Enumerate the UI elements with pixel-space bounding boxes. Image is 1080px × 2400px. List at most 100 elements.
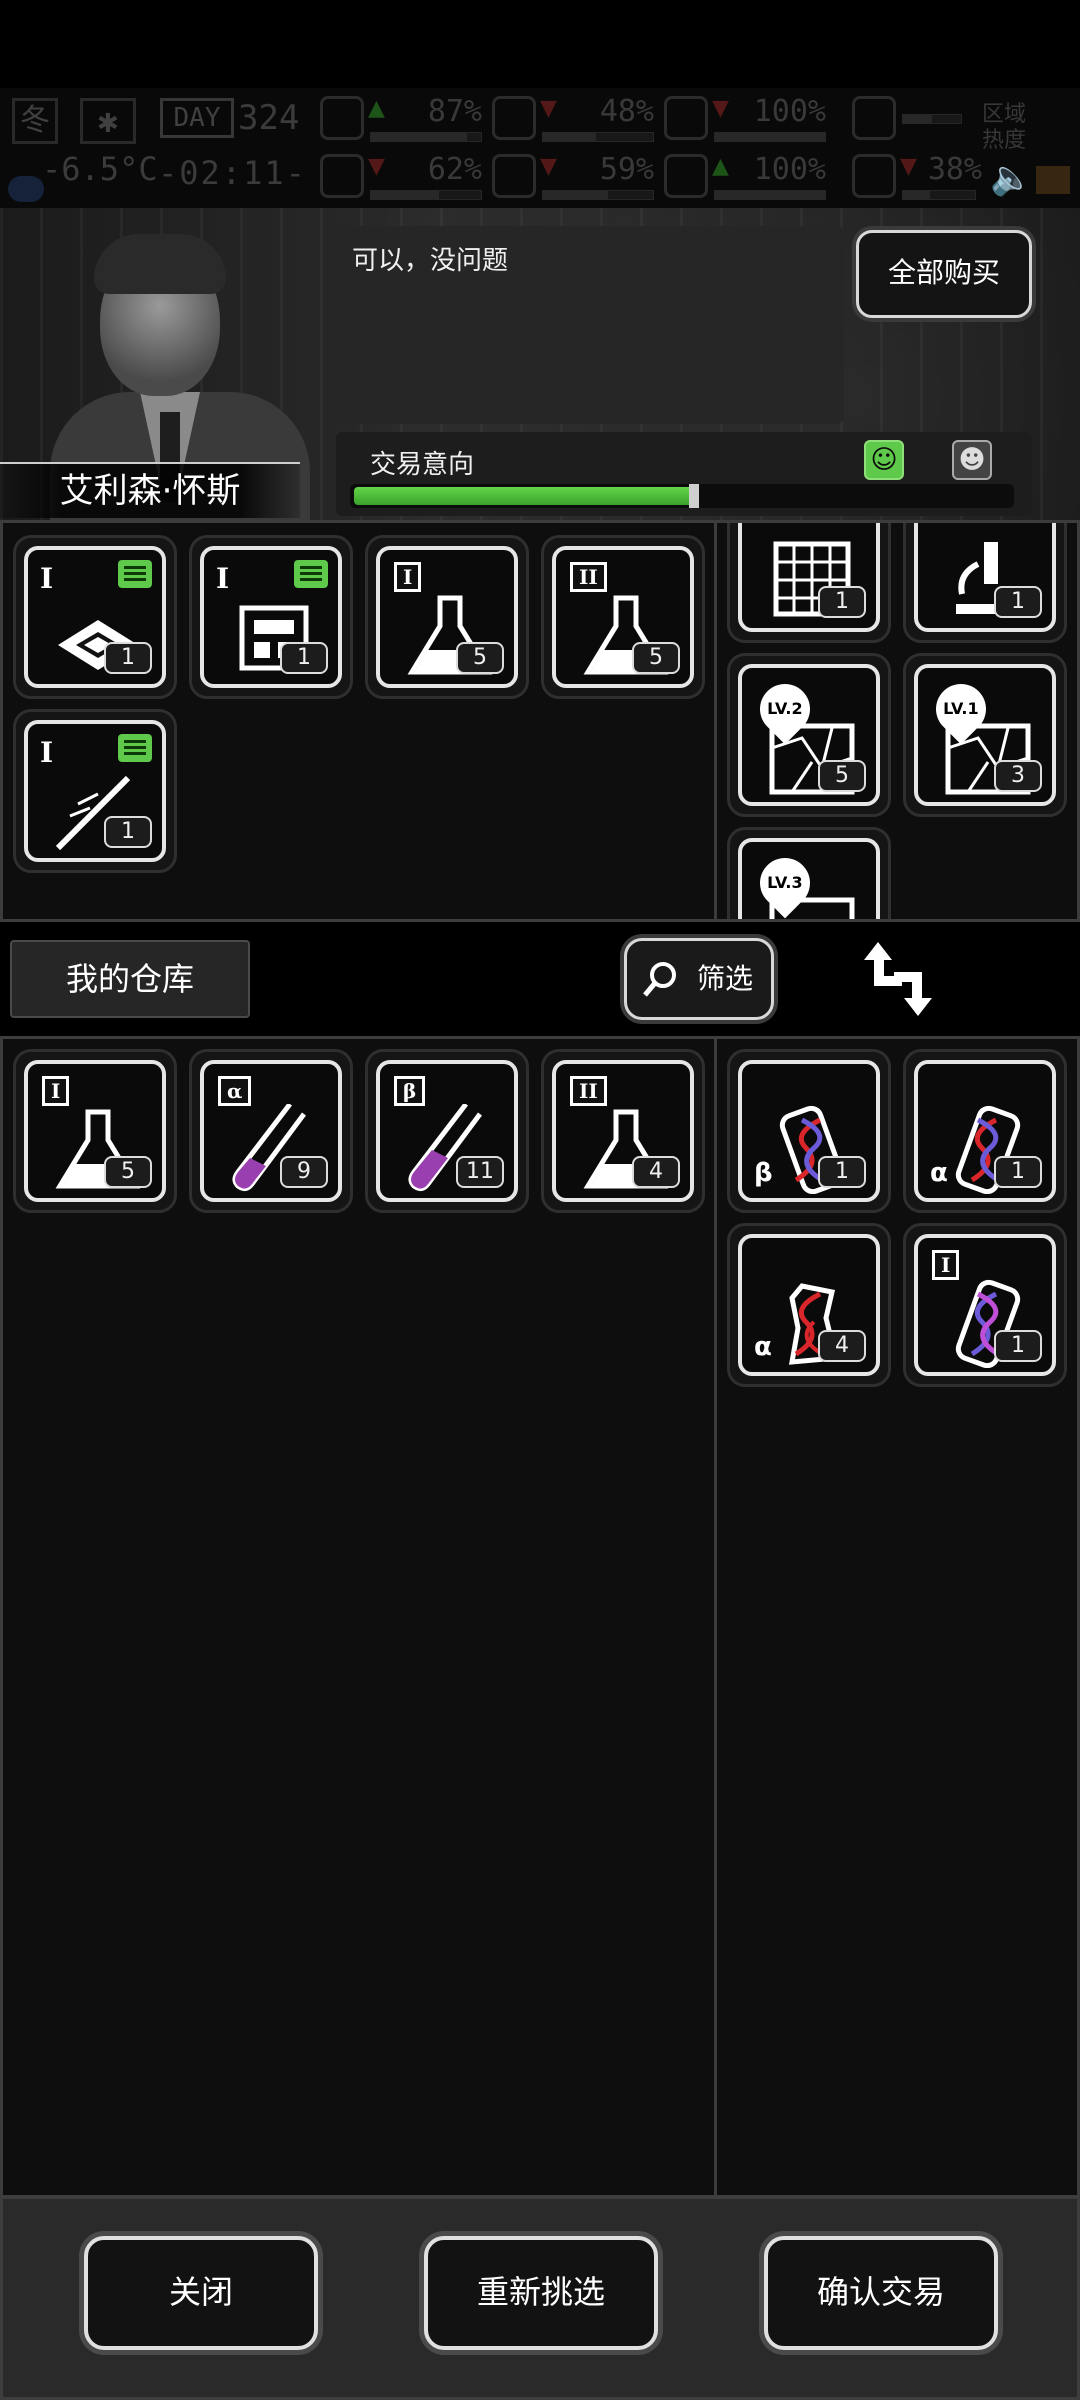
item-slot[interactable]: LV.3: [727, 827, 891, 919]
item-slot[interactable]: II 5: [541, 535, 705, 699]
trader-dialogue: 可以，没问题: [336, 226, 844, 424]
search-icon: [643, 962, 676, 997]
item-count: 1: [104, 816, 152, 848]
filter-button[interactable]: 筛选: [624, 938, 774, 1020]
trader-header: 艾利森·怀斯 可以，没问题 全部购买 交易意向 ☺ ☻: [0, 208, 1080, 520]
item-count: 1: [104, 642, 152, 674]
my-offer-panel: β 1 α 1 α 4 I 1: [714, 1036, 1080, 2198]
item-slot[interactable]: II 4: [541, 1049, 705, 1213]
item-slot[interactable]: LV.1 3: [903, 653, 1067, 817]
item-slot[interactable]: β 1: [727, 1049, 891, 1213]
trend-down-icon: ▼: [540, 96, 557, 121]
tier-label: β: [394, 1076, 426, 1106]
item-slot[interactable]: I 1: [903, 1223, 1067, 1387]
stat-energy: ▼ 100%: [664, 94, 834, 144]
item-count: 1: [994, 1156, 1042, 1188]
trader-offer-panel: 1 1 LV.2 5 LV.1 3 LV.3: [714, 520, 1080, 922]
stat-value: 100%: [753, 94, 826, 129]
temperature-readout: -6.5°C: [42, 150, 158, 188]
trend-down-icon: ▼: [712, 96, 729, 121]
day-label: DAY: [160, 98, 234, 138]
item-count: 1: [818, 1156, 866, 1188]
reselect-button[interactable]: 重新挑选: [424, 2236, 658, 2350]
item-count: 1: [280, 642, 328, 674]
swap-arrows-icon[interactable]: [858, 936, 938, 1022]
region-heat-indicator: [1036, 166, 1070, 194]
stat-boot: [852, 94, 972, 144]
item-count: 1: [994, 1330, 1042, 1362]
tier-label: β: [754, 1158, 773, 1188]
close-button[interactable]: 关闭: [84, 2236, 318, 2350]
time-readout: -02:11-: [158, 154, 307, 192]
brain-icon: [320, 154, 364, 198]
tier-label: I: [42, 1076, 70, 1106]
stat-mind: ▼ 62%: [320, 152, 490, 202]
item-count: 9: [280, 1156, 328, 1188]
weather-icon: [8, 176, 44, 202]
heart-icon: [664, 154, 708, 198]
tier-label: II: [570, 562, 607, 592]
item-slot[interactable]: α 1: [903, 1049, 1067, 1213]
item-slot[interactable]: 1: [903, 523, 1067, 643]
trade-intent-bar: [350, 484, 1014, 508]
warehouse-label: 我的仓库: [10, 940, 250, 1018]
item-slot[interactable]: I 5: [13, 1049, 177, 1213]
item-slot[interactable]: LV.2 5: [727, 653, 891, 817]
filter-label: 筛选: [697, 962, 754, 995]
buy-all-button[interactable]: 全部购买: [856, 230, 1032, 318]
water-drop-icon: [492, 154, 536, 198]
tier-label: α: [218, 1076, 252, 1106]
list-tag-icon: [118, 734, 152, 762]
status-bar: 冬 ✱ DAY 324 -6.5°C -02:11- ▲ 87% ▼ 48% ▼…: [0, 88, 1080, 208]
tier-label: II: [570, 1076, 607, 1106]
stat-thirst: ▼ 59%: [492, 152, 662, 202]
item-count: 1: [818, 586, 866, 618]
trend-up-icon: ▲: [712, 154, 729, 179]
item-slot[interactable]: I 1: [13, 709, 177, 873]
tier-label: I: [932, 1250, 960, 1280]
item-count: 5: [632, 642, 680, 674]
tier-label: α: [754, 1332, 772, 1362]
item-count: 5: [104, 1156, 152, 1188]
my-warehouse-panel: I 5 α 9 β 11 II 4: [0, 1036, 718, 2198]
confirm-trade-button[interactable]: 确认交易: [764, 2236, 998, 2350]
season-indicator: 冬: [12, 98, 58, 144]
item-slot[interactable]: 1: [727, 523, 891, 643]
item-count: 4: [818, 1330, 866, 1362]
item-count: 11: [456, 1156, 504, 1188]
stomach-icon: [492, 96, 536, 140]
medkit-icon: [320, 96, 364, 140]
stat-heart: ▲ 100%: [664, 152, 834, 202]
treasure-map-icon: [769, 897, 855, 919]
boot-icon: [852, 96, 896, 140]
item-count: 4: [632, 1156, 680, 1188]
stat-value: 87%: [427, 94, 482, 129]
item-slot[interactable]: I 1: [13, 535, 177, 699]
item-count: 1: [994, 586, 1042, 618]
item-count: 5: [818, 760, 866, 792]
list-tag-icon: [294, 560, 328, 588]
trend-down-icon: ▼: [900, 154, 917, 179]
trader-inventory-panel: I 1 I 1 I 5 II 5 I 1: [0, 520, 718, 922]
laugh-face-icon: ☻: [952, 440, 992, 480]
trend-down-icon: ▼: [540, 154, 557, 179]
snowflake-icon: ✱: [80, 98, 136, 144]
temperature-icon: [852, 154, 896, 198]
item-slot[interactable]: I 1: [189, 535, 353, 699]
stat-temperature: ▼ 38%: [852, 152, 982, 202]
list-tag-icon: [118, 560, 152, 588]
region-heat-label: 区域热度: [982, 102, 1027, 153]
item-slot[interactable]: α 9: [189, 1049, 353, 1213]
trend-down-icon: ▼: [368, 154, 385, 179]
speaker-icon[interactable]: 🔈: [990, 158, 1032, 198]
item-slot[interactable]: α 4: [727, 1223, 891, 1387]
tier-label: I: [394, 562, 422, 592]
item-count: 3: [994, 760, 1042, 792]
item-slot[interactable]: I 5: [365, 535, 529, 699]
tier-label: α: [930, 1158, 948, 1188]
stat-value: 59%: [599, 152, 654, 187]
day-number: 324: [238, 98, 300, 138]
item-slot[interactable]: β 11: [365, 1049, 529, 1213]
stat-health: ▲ 87%: [320, 94, 490, 144]
stat-hunger: ▼ 48%: [492, 94, 662, 144]
